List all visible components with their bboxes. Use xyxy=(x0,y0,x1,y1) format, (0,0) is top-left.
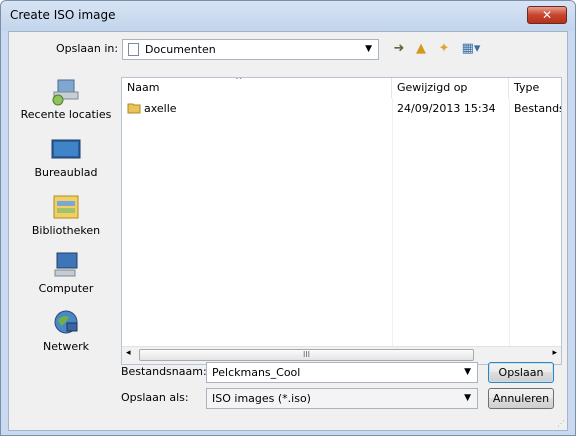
column-header-label: Naam xyxy=(127,81,160,94)
scrollbar-thumb[interactable]: III xyxy=(139,349,474,361)
filename-label: Bestandsnaam: xyxy=(121,365,207,378)
dialog-body: Opslaan in: Documenten ▼ ➜ ▲ ✦ ▦▾ Recent… xyxy=(8,31,568,431)
column-header-label: Gewijzigd op xyxy=(397,81,468,94)
place-network[interactable]: Netwerk xyxy=(15,308,117,353)
network-icon xyxy=(54,310,78,334)
filetype-select[interactable]: ISO images (*.iso) ▼ xyxy=(206,388,478,409)
place-libraries[interactable]: Bibliotheken xyxy=(15,192,117,237)
dialog-window: Create ISO image ✕ Opslaan in: Documente… xyxy=(0,0,576,436)
file-modified: 24/09/2013 15:34 xyxy=(397,102,496,115)
folder-icon xyxy=(127,102,141,117)
filetype-value: ISO images (*.iso) xyxy=(212,392,311,405)
libraries-icon xyxy=(53,195,79,219)
scroll-left-icon[interactable]: ◂ xyxy=(126,348,131,358)
resize-grip-icon[interactable]: ⋰ xyxy=(557,419,565,428)
location-combobox[interactable]: Documenten ▼ xyxy=(122,39,379,60)
column-header-type[interactable]: Type xyxy=(509,78,561,98)
place-label: Bureaublad xyxy=(34,166,98,179)
back-icon[interactable]: ➜ xyxy=(391,41,407,57)
column-header-label: Type xyxy=(514,81,540,94)
filename-input[interactable]: Pelckmans_Cool ▼ xyxy=(206,362,478,383)
sort-ascending-icon: ^ xyxy=(235,77,243,86)
place-label: Recente locaties xyxy=(20,108,112,121)
place-label: Computer xyxy=(38,282,94,295)
save-button[interactable]: Opslaan xyxy=(488,362,554,383)
chevron-down-icon[interactable]: ▼ xyxy=(464,367,471,377)
file-name: axelle xyxy=(144,102,177,115)
cancel-button[interactable]: Annuleren xyxy=(488,388,554,409)
desktop-icon xyxy=(51,139,81,159)
file-list[interactable]: Naam ^ Gewijzigd op Type axelle 24/09/20… xyxy=(121,77,562,365)
file-type: Bestandsr xyxy=(514,102,561,115)
title-bar[interactable]: Create ISO image ✕ xyxy=(1,1,575,31)
up-folder-icon[interactable]: ▲ xyxy=(413,41,429,57)
column-divider xyxy=(392,98,393,347)
place-recent-locations[interactable]: Recente locaties xyxy=(15,76,117,121)
chevron-down-icon: ▼ xyxy=(365,44,372,54)
chevron-down-icon[interactable]: ▼ xyxy=(464,393,471,403)
close-button[interactable]: ✕ xyxy=(527,6,567,24)
filename-value: Pelckmans_Cool xyxy=(212,366,301,379)
filetype-label: Opslaan als: xyxy=(121,391,189,404)
places-bar: Recente locaties Bureaublad Bibliotheken xyxy=(15,76,117,376)
place-computer[interactable]: Computer xyxy=(15,250,117,295)
place-desktop[interactable]: Bureaublad xyxy=(15,134,117,179)
view-menu-icon[interactable]: ▦▾ xyxy=(459,41,483,57)
dialog-title: Create ISO image xyxy=(10,8,116,22)
place-label: Bibliotheken xyxy=(31,224,101,237)
column-divider xyxy=(509,98,510,347)
save-in-label: Opslaan in: xyxy=(56,42,119,55)
document-folder-icon xyxy=(128,43,139,56)
column-header-name[interactable]: Naam ^ xyxy=(122,78,392,98)
location-value: Documenten xyxy=(145,43,216,56)
scroll-right-icon[interactable]: ▸ xyxy=(552,348,557,358)
new-folder-icon[interactable]: ✦ xyxy=(436,41,452,57)
column-header-modified[interactable]: Gewijzigd op xyxy=(392,78,509,98)
computer-icon xyxy=(54,252,78,277)
recent-places-icon xyxy=(52,79,79,106)
place-label: Netwerk xyxy=(43,340,89,353)
